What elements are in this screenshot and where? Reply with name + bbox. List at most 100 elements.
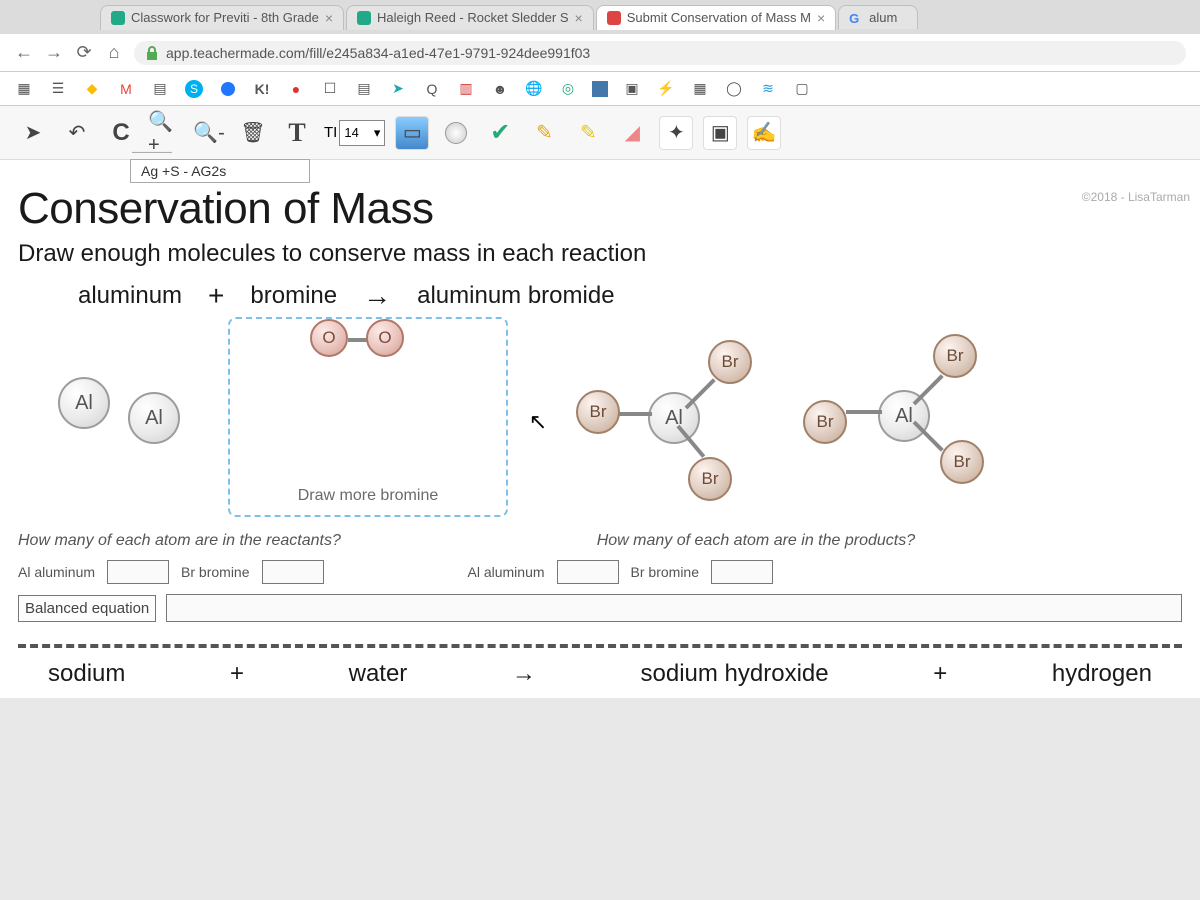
menu-icon[interactable]: ▤ — [354, 79, 374, 99]
close-icon[interactable]: × — [817, 10, 825, 26]
pencil-tool[interactable]: ✎ — [527, 116, 561, 150]
draw-more-hint: Draw more bromine — [298, 487, 438, 505]
circle-icon[interactable] — [218, 79, 238, 99]
canvas-icon[interactable]: ▤ — [150, 79, 170, 99]
input-balanced-equation[interactable] — [166, 594, 1182, 622]
close-icon[interactable]: × — [575, 10, 583, 26]
teachermade-icon — [607, 11, 621, 25]
bolt-icon[interactable]: ⚡ — [656, 79, 676, 99]
atom-br[interactable]: Br — [688, 457, 732, 501]
reaction-diagram: Al Al O O Draw more bromine ↖ Al Br — [18, 312, 1182, 532]
image-tool[interactable]: ▭ — [395, 116, 429, 150]
drive-icon[interactable]: ◆ — [82, 79, 102, 99]
back-button[interactable]: ← — [14, 42, 34, 63]
plus-symbol: + — [230, 660, 244, 688]
eraser-tool[interactable]: ◢ — [615, 116, 649, 150]
atom-br[interactable]: Br — [576, 390, 620, 434]
tab-google[interactable]: G alum — [838, 5, 918, 29]
cursor-icon: ↖ — [529, 409, 547, 435]
bond — [913, 374, 944, 405]
square-icon[interactable] — [592, 81, 608, 97]
forward-button[interactable]: → — [44, 42, 64, 63]
redo-button[interactable]: C — [104, 116, 138, 150]
highlighter-tool[interactable]: ✎ — [571, 116, 605, 150]
atom-o[interactable]: O — [366, 319, 404, 357]
copyright-watermark: ©2018 - LisaTarman — [1082, 190, 1190, 204]
equation-2: sodium + water → sodium hydroxide + hydr… — [18, 660, 1182, 688]
product-naoh: sodium hydroxide — [641, 660, 829, 688]
input-al-reactants[interactable] — [107, 560, 169, 584]
label-br-reactants: Br bromine — [181, 564, 249, 580]
tab-rocket[interactable]: Haleigh Reed - Rocket Sledder S × — [346, 5, 594, 30]
font-size-select[interactable]: 14 ▾ — [339, 120, 385, 146]
zoom-in-button[interactable]: 🔍+ — [148, 116, 182, 150]
checkbox-icon[interactable]: ☐ — [320, 79, 340, 99]
arrow-symbol: → — [512, 660, 536, 688]
atom-o[interactable]: O — [310, 319, 348, 357]
input-br-reactants[interactable] — [262, 560, 324, 584]
atom-br[interactable]: Br — [803, 400, 847, 444]
atom-br[interactable]: Br — [708, 340, 752, 384]
box-icon[interactable]: ▢ — [792, 79, 812, 99]
apps-icon[interactable]: ▦ — [14, 79, 34, 99]
section-divider — [18, 644, 1182, 648]
input-al-products[interactable] — [557, 560, 619, 584]
classroom-icon — [111, 11, 125, 25]
undo-button[interactable]: ↶ — [60, 116, 94, 150]
circle-tool[interactable] — [439, 116, 473, 150]
question-products: How many of each atom are in the product… — [597, 532, 1179, 550]
tab-conservation[interactable]: Submit Conservation of Mass M × — [596, 5, 836, 30]
target-icon[interactable]: ◎ — [558, 79, 578, 99]
circle2-icon[interactable]: ◯ — [724, 79, 744, 99]
bond — [685, 378, 716, 409]
pointer-tool[interactable]: ➤ — [16, 116, 50, 150]
atom-al[interactable]: Al — [128, 392, 180, 444]
stripes-icon[interactable]: ▥ — [456, 79, 476, 99]
editor-toolbar: ➤ ↶ C 🔍+ 🔍- 🗑 T TI 14 ▾ ▭ ✔ ✎ ✎ ◢ ✦ ▣ ✍ — [0, 106, 1200, 160]
atom-al[interactable]: Al — [58, 377, 110, 429]
bromine-drop-zone[interactable]: O O Draw more bromine — [228, 317, 508, 517]
zoom-out-button[interactable]: 🔍- — [192, 116, 226, 150]
pen-tool[interactable]: ✍ — [747, 116, 781, 150]
globe2-icon[interactable]: 🌐 — [524, 79, 544, 99]
list-icon[interactable]: ☰ — [48, 79, 68, 99]
plus-symbol: + — [933, 660, 947, 688]
product-1: aluminum bromide — [417, 282, 614, 310]
skype-icon[interactable]: S — [184, 79, 204, 99]
atom-br[interactable]: Br — [940, 440, 984, 484]
question-reactants: How many of each atom are in the reactan… — [18, 532, 577, 550]
close-icon[interactable]: × — [325, 10, 333, 26]
url-bar[interactable]: app.teachermade.com/fill/e245a834-a1ed-4… — [134, 41, 1186, 65]
text-tool[interactable]: T — [280, 116, 314, 150]
plus-symbol: + — [208, 280, 224, 312]
mail-icon[interactable]: M — [116, 79, 136, 99]
input-br-products[interactable] — [711, 560, 773, 584]
tab-classwork[interactable]: Classwork for Previti - 8th Grade × — [100, 5, 344, 30]
aluminum-reactant-zone: Al Al — [18, 312, 228, 532]
document-name[interactable]: Ag +S - AG2s — [130, 159, 310, 183]
product-hydrogen: hydrogen — [1052, 660, 1152, 688]
reactant-2: bromine — [250, 282, 337, 310]
reload-button[interactable]: ⟳ — [74, 42, 94, 63]
product-zone: Al Br Br Br Al Br Br Br — [568, 312, 1182, 532]
stack-icon[interactable]: ≋ — [758, 79, 778, 99]
check-tool[interactable]: ✔ — [483, 116, 517, 150]
pic-icon[interactable]: ▦ — [690, 79, 710, 99]
plugin-tool[interactable]: ✦ — [659, 116, 693, 150]
tab-label: alum — [869, 10, 897, 25]
browser-tab-strip: Classwork for Previti - 8th Grade × Hale… — [0, 0, 1200, 34]
record-tool[interactable]: ▣ — [703, 116, 737, 150]
delete-button[interactable]: 🗑 — [236, 116, 270, 150]
kahoot-icon[interactable]: K! — [252, 79, 272, 99]
camera-icon[interactable]: ▣ — [622, 79, 642, 99]
label-br-products: Br bromine — [631, 564, 699, 580]
send-icon[interactable]: ➤ — [388, 79, 408, 99]
address-bar: ← → ⟳ ⌂ app.teachermade.com/fill/e245a83… — [0, 34, 1200, 72]
home-button[interactable]: ⌂ — [104, 42, 124, 63]
google-icon: G — [849, 11, 863, 25]
reactant-sodium: sodium — [48, 660, 125, 688]
atom-br[interactable]: Br — [933, 334, 977, 378]
record-icon[interactable]: ● — [286, 79, 306, 99]
smile-icon[interactable]: ☻ — [490, 79, 510, 99]
q-icon[interactable]: Q — [422, 79, 442, 99]
